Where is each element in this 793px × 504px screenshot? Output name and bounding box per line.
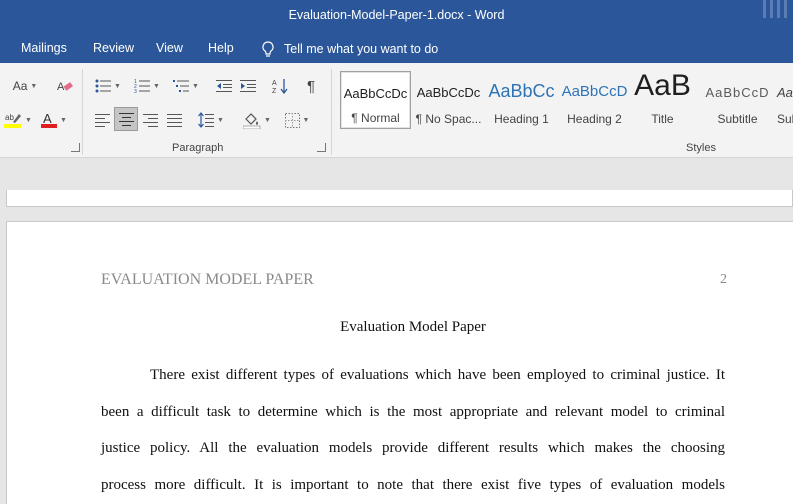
page-number: 2 (720, 272, 727, 287)
eraser-icon: A (57, 81, 73, 93)
decrease-indent-button[interactable] (214, 75, 234, 97)
document-canvas (0, 158, 793, 190)
body-text-line: There exist different types of evaluatio… (150, 367, 725, 383)
bullets-icon (95, 79, 112, 93)
highlight-color-button[interactable]: ab ▼ (2, 109, 34, 131)
styles-group-label: Styles (686, 142, 716, 154)
svg-text:A: A (272, 80, 277, 87)
window-title: Evaluation-Model-Paper-1.docx - Word (288, 8, 505, 22)
align-right-button[interactable] (139, 109, 161, 131)
svg-text:A: A (57, 81, 65, 93)
group-divider (82, 69, 83, 155)
svg-text:A: A (43, 111, 52, 126)
ribbon-tabs: Mailings Review View Help Tell me what y… (0, 34, 793, 63)
document-page[interactable]: EVALUATION MODEL PAPER 2 Evaluation Mode… (6, 221, 793, 504)
style-subtle-emphasis[interactable]: AaBbCcD Subtle Em... (775, 71, 793, 129)
multilevel-list-button[interactable]: ▼ (169, 75, 203, 97)
borders-button[interactable]: ▼ (280, 109, 314, 131)
multilevel-list-icon (173, 80, 190, 92)
justify-icon (166, 113, 182, 127)
show-formatting-marks-button[interactable]: ¶ (300, 75, 322, 97)
borders-icon (284, 112, 300, 128)
increase-indent-icon (240, 80, 256, 92)
tab-help[interactable]: Help (208, 41, 234, 55)
tell-me-search[interactable]: Tell me what you want to do (262, 39, 438, 59)
document-title: Evaluation Model Paper (340, 319, 486, 335)
tab-review[interactable]: Review (93, 41, 134, 55)
lightbulb-icon (262, 40, 274, 57)
title-bar: Evaluation-Model-Paper-1.docx - Word (0, 0, 793, 34)
center-button[interactable] (114, 107, 138, 131)
svg-text:ab: ab (5, 113, 14, 122)
style-subtitle[interactable]: AaBbCcD Subtitle (702, 71, 773, 129)
sort-icon: A Z (272, 79, 288, 94)
running-head: EVALUATION MODEL PAPER (101, 271, 314, 288)
group-divider (331, 69, 332, 155)
sort-button[interactable]: A Z (269, 75, 291, 97)
font-color-icon: A (41, 111, 58, 128)
tab-mailings[interactable]: Mailings (21, 41, 67, 55)
change-case-button[interactable]: Aa ▼ (8, 75, 42, 97)
tell-me-label: Tell me what you want to do (284, 42, 439, 56)
line-spacing-icon (198, 112, 215, 128)
numbering-icon: 1 2 3 (134, 79, 151, 93)
body-text-line: process more difficult. It is important … (101, 477, 725, 493)
paragraph-group-label: Paragraph (172, 142, 224, 154)
decrease-indent-icon (216, 80, 232, 92)
style-heading-1[interactable]: AaBbCc Heading 1 (486, 71, 557, 129)
tab-view[interactable]: View (156, 41, 183, 55)
style-title[interactable]: AaB Title (627, 71, 698, 129)
previous-page-bottom (6, 190, 793, 207)
justify-button[interactable] (163, 109, 185, 131)
style-no-spacing[interactable]: AaBbCcDc ¶ No Spac... (413, 71, 484, 129)
shading-button[interactable]: ▼ (240, 109, 274, 131)
paragraph-dialog-launcher-icon[interactable] (317, 143, 326, 152)
pilcrow-icon: ¶ (306, 77, 316, 95)
clear-formatting-button[interactable]: A (54, 75, 76, 97)
svg-text:3: 3 (134, 89, 137, 93)
line-spacing-button[interactable]: ▼ (194, 109, 228, 131)
window-grip-icon (763, 0, 787, 18)
font-color-button[interactable]: A ▼ (38, 109, 70, 131)
body-text-line: been a difficult task to determine which… (101, 404, 725, 420)
numbering-button[interactable]: 1 2 3 ▼ (130, 75, 164, 97)
svg-text:Z: Z (272, 88, 277, 94)
style-heading-2[interactable]: AaBbCcD Heading 2 (559, 71, 630, 129)
align-left-button[interactable] (91, 109, 113, 131)
align-center-icon (118, 112, 134, 126)
bullets-button[interactable]: ▼ (91, 75, 125, 97)
increase-indent-button[interactable] (238, 75, 258, 97)
ribbon: Aa ▼ A ab ▼ A ▼ ▼ 1 2 3 ▼ ▼ A Z ¶ ▼ ▼ ▼ … (0, 63, 793, 158)
paint-bucket-icon (243, 112, 261, 129)
highlighter-icon: ab (4, 113, 22, 128)
font-dialog-launcher-icon[interactable] (71, 143, 80, 152)
align-right-icon (142, 113, 158, 127)
style-normal[interactable]: AaBbCcDc ¶ Normal (340, 71, 411, 129)
align-left-icon (94, 113, 110, 127)
body-text-line: justice policy. All the evaluation model… (101, 440, 725, 456)
styles-gallery: AaBbCcDc ¶ Normal AaBbCcDc ¶ No Spac... … (340, 71, 793, 129)
